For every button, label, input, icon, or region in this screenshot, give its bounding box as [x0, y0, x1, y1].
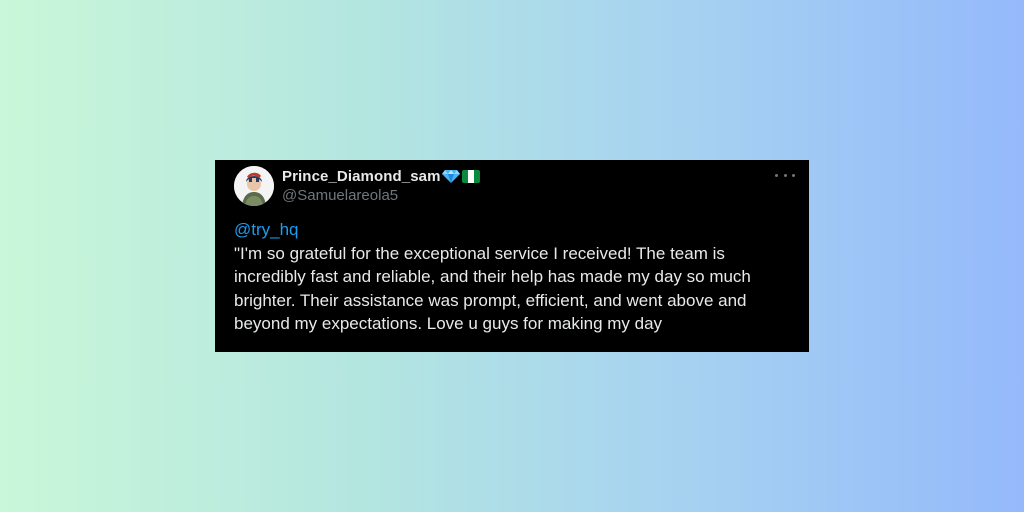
tweet-body: @try_hq "I'm so grateful for the excepti…	[234, 218, 794, 336]
display-name-row: Prince_Diamond_sam	[282, 166, 480, 186]
user-handle[interactable]: @Samuelareola5	[282, 187, 480, 204]
tweet-header: Prince_Diamond_sam @Samuelareola5	[282, 166, 480, 204]
avatar-image	[234, 166, 274, 206]
mention-link[interactable]: @try_hq	[234, 218, 794, 242]
more-horizontal-icon[interactable]	[775, 169, 795, 181]
avatar[interactable]	[234, 166, 274, 206]
tweet-card: Prince_Diamond_sam @Samuelareola5 @try_h	[215, 160, 809, 352]
nigeria-flag-icon	[461, 169, 480, 183]
tweet-text: "I'm so grateful for the exceptional ser…	[234, 243, 751, 334]
gem-icon	[441, 169, 460, 183]
display-name[interactable]: Prince_Diamond_sam	[282, 168, 441, 185]
